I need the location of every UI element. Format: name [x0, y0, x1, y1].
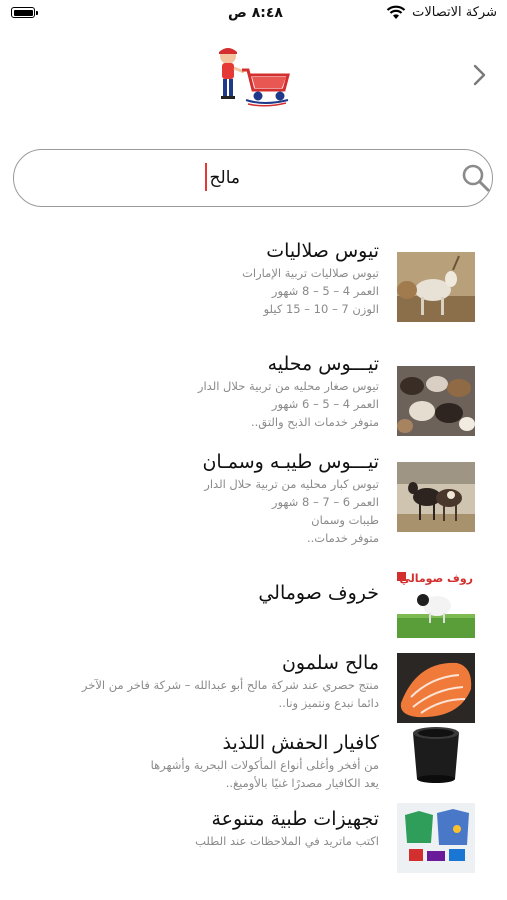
product-image: روف صومالي [397, 568, 475, 638]
item-description: متوفر خدمات.. [306, 531, 379, 545]
item-title: كافيار الحفش اللذيذ [222, 732, 379, 754]
item-description: يعد الكافيار مصدرًا غنيًا بالأوميغ.. [225, 776, 379, 790]
status-time: ٨:٤٨ ص [228, 5, 283, 21]
status-bar: ٨:٤٨ ص شركة الاتصالات [0, 0, 507, 28]
search-input[interactable]: مالح [13, 149, 493, 207]
list-item[interactable]: مالح سلمون منتج حصري عند شركة مالح أبو ع… [0, 645, 507, 723]
battery-icon [11, 7, 38, 18]
wifi-icon [386, 5, 406, 19]
item-description: اكتب ماتريد في الملاحظات عند الطلب [195, 834, 379, 848]
product-image [397, 803, 475, 873]
product-image [397, 723, 475, 793]
product-image [397, 252, 475, 322]
item-description: متوفر خدمات الذبح والتق.. [251, 415, 379, 429]
carrier-name: شركة الاتصالات [412, 5, 497, 20]
item-description: الوزن 7 – 10 – 15 كيلو [263, 302, 379, 316]
product-image [397, 462, 475, 532]
item-description: تيوس كبار محليه من تربية حلال الدار [204, 477, 379, 491]
list-item[interactable]: كافيار الحفش اللذيذ من أفخر وأغلى أنواع … [0, 723, 507, 801]
item-title: تيـــوس طيبـه وسمـان [202, 451, 379, 473]
text-caret [205, 163, 207, 191]
thumb-banner-text: روف صومالي [399, 572, 473, 585]
item-description: طيبات وسمان [311, 513, 379, 527]
item-description: من أفخر وأغلى أنواع المأكولات البحرية وأ… [150, 758, 379, 772]
item-title: تيوس صلاليات [266, 240, 379, 262]
search-icon[interactable] [461, 163, 491, 193]
list-item[interactable]: تيوس صلاليات تيوس صلاليات تربية الإمارات… [0, 225, 507, 335]
search-input-value: مالح [209, 168, 240, 188]
item-description: العمر 4 – 5 – 6 شهور [271, 397, 379, 411]
delivery-cart-logo [219, 48, 290, 107]
item-title: تجهيزات طبية متنوعة [211, 808, 379, 830]
product-image [397, 366, 475, 436]
item-title: تيـــوس محليه [267, 353, 379, 375]
item-description: دائما نبدع ونتميز ونا.. [278, 696, 379, 710]
item-description: تيوس صلاليات تربية الإمارات [242, 266, 379, 280]
list-item[interactable]: روف صومالي خروف صومالي [0, 565, 507, 645]
list-item[interactable]: تيـــوس محليه تيوس صغار محليه من تربية ح… [0, 348, 507, 443]
list-item[interactable]: تيـــوس طيبـه وسمـان تيوس كبار محليه من … [0, 445, 507, 565]
product-image [397, 653, 475, 723]
back-button[interactable] [466, 62, 492, 88]
item-description: تيوس صغار محليه من تربية حلال الدار [197, 379, 379, 393]
item-description: العمر 4 – 5 – 8 شهور [271, 284, 379, 298]
item-description: منتج حصري عند شركة مالح أبو عبدالله – شر… [81, 678, 379, 692]
item-title: خروف صومالي [258, 582, 379, 604]
item-title: مالح سلمون [281, 652, 379, 674]
item-description: العمر 6 – 7 – 8 شهور [271, 495, 379, 509]
list-item[interactable]: تجهيزات طبية متنوعة اكتب ماتريد في الملا… [0, 801, 507, 881]
